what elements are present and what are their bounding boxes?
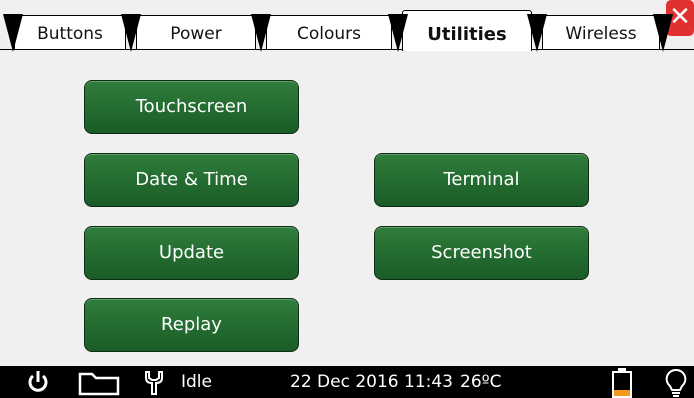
power-icon[interactable] — [27, 370, 49, 394]
status-datetime: 22 Dec 2016 11:43 — [290, 372, 453, 392]
status-state: Idle — [181, 372, 212, 392]
tab-separator — [653, 14, 673, 52]
tab-separator — [251, 14, 271, 52]
tab-bar-divider — [0, 49, 694, 50]
update-button[interactable]: Update — [84, 226, 299, 280]
tab-bar: Buttons Power Colours Utilities Wireless… — [0, 0, 694, 58]
screenshot-button[interactable]: Screenshot — [374, 226, 589, 280]
battery-icon — [612, 368, 632, 398]
tab-power[interactable]: Power — [136, 15, 256, 50]
touchscreen-button[interactable]: Touchscreen — [84, 80, 299, 134]
tab-buttons[interactable]: Buttons — [14, 15, 126, 50]
date-time-button[interactable]: Date & Time — [84, 153, 299, 207]
status-bar: Idle 22 Dec 2016 11:43 26ºC — [0, 366, 694, 398]
tab-colours[interactable]: Colours — [266, 15, 392, 50]
tab-separator — [527, 14, 547, 52]
wrench-icon[interactable] — [143, 370, 165, 396]
tab-wireless[interactable]: Wireless — [542, 15, 660, 50]
status-temperature: 26ºC — [460, 372, 502, 392]
tab-utilities[interactable]: Utilities — [402, 10, 532, 51]
folder-icon[interactable] — [78, 370, 120, 396]
replay-button[interactable]: Replay — [84, 298, 299, 352]
tab-separator — [3, 14, 23, 52]
terminal-button[interactable]: Terminal — [374, 153, 589, 207]
lightbulb-icon[interactable] — [664, 368, 688, 398]
tab-separator — [121, 14, 141, 52]
tab-separator — [388, 14, 408, 52]
